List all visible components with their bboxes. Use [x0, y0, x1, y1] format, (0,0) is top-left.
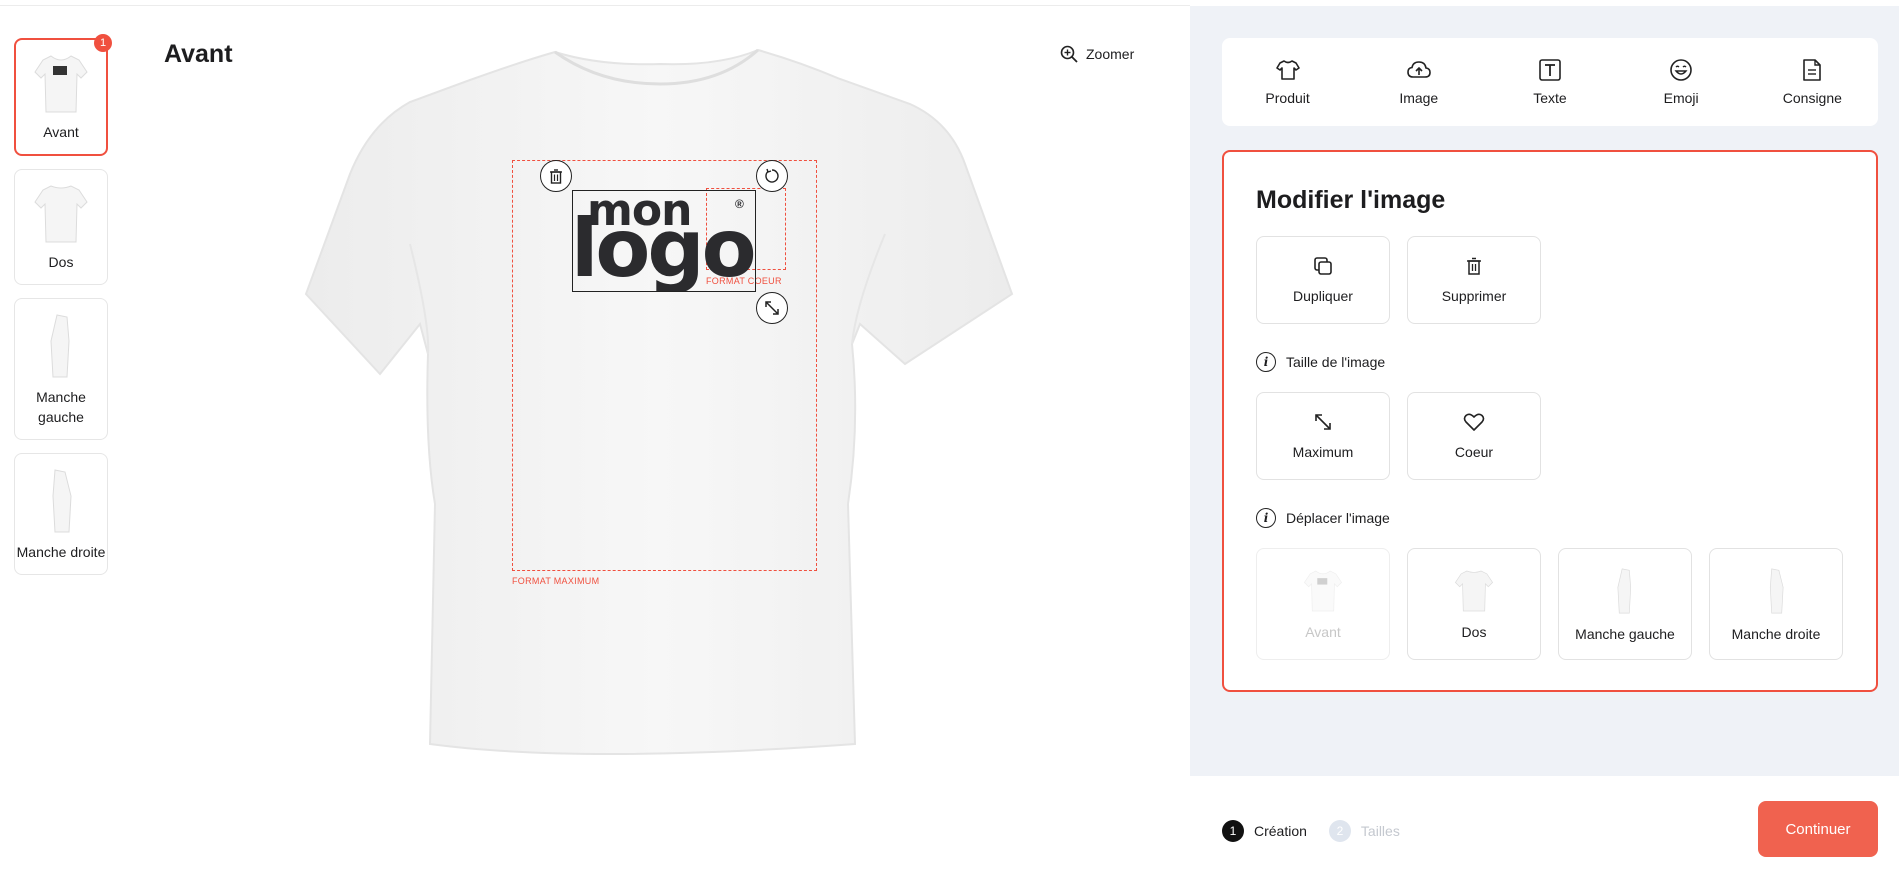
progress-steps: 1 Création 2 Tailles [1222, 820, 1400, 842]
tshirt-left-sleeve-thumbnail [50, 314, 70, 378]
tshirt-back-thumbnail [1454, 570, 1494, 612]
view-thumb-back[interactable]: Dos [14, 169, 108, 285]
tshirt-right-sleeve-thumbnail [52, 469, 72, 533]
design-count-badge: 1 [94, 34, 112, 52]
tool-label: Texte [1533, 90, 1567, 106]
resize-arrows-icon [765, 301, 779, 315]
copy-icon [1314, 257, 1332, 275]
rotate-icon [765, 168, 779, 183]
move-target-label: Manche gauche [1575, 626, 1675, 642]
step-number: 1 [1222, 820, 1244, 842]
view-title: Avant [164, 40, 233, 68]
zoom-in-icon [1060, 45, 1078, 63]
step-label: Tailles [1360, 823, 1400, 839]
move-to-front-button[interactable]: Avant [1256, 548, 1390, 660]
tshirt-front-thumbnail [1303, 570, 1343, 612]
step-sizes[interactable]: 2 Tailles [1328, 820, 1400, 842]
footer-bar: 1 Création 2 Tailles Continuer [1190, 776, 1899, 871]
view-thumbnails: 1 Avant Dos Manche gauche Manche droite [14, 34, 112, 588]
step-number: 2 [1328, 820, 1351, 842]
tool-image[interactable]: Image [1364, 58, 1474, 106]
tool-produit[interactable]: Produit [1233, 58, 1343, 106]
tshirt-right-sleeve-thumbnail [1769, 568, 1784, 614]
move-to-left-sleeve-button[interactable]: Manche gauche [1558, 548, 1692, 660]
view-thumb-label: Manche gauche [36, 389, 86, 425]
view-thumb-label: Avant [43, 124, 79, 140]
emoji-icon [1670, 59, 1692, 81]
step-label: Création [1254, 823, 1307, 839]
shirt-icon [1275, 60, 1300, 80]
delete-handle[interactable] [540, 160, 572, 192]
duplicate-button[interactable]: Dupliquer [1256, 236, 1390, 324]
move-to-right-sleeve-button[interactable]: Manche droite [1709, 548, 1843, 660]
view-thumb-label: Dos [48, 254, 74, 270]
view-thumb-front[interactable]: 1 Avant [14, 34, 112, 156]
resize-arrows-icon [1315, 414, 1331, 430]
move-target-label: Avant [1305, 624, 1341, 640]
trash-icon [1467, 257, 1481, 275]
editor-sidebar: Produit Image Texte Emoji Consigne Modif… [1190, 6, 1899, 776]
top-divider [0, 0, 1190, 6]
add-element-toolbar: Produit Image Texte Emoji Consigne [1222, 38, 1878, 126]
delete-label: Supprimer [1441, 288, 1507, 304]
rotate-handle[interactable] [756, 160, 788, 192]
tool-consigne[interactable]: Consigne [1757, 58, 1867, 106]
step-creation[interactable]: 1 Création [1222, 820, 1307, 842]
move-section-label: Déplacer l'image [1286, 510, 1390, 526]
delete-button[interactable]: Supprimer [1407, 236, 1541, 324]
resize-handle[interactable] [756, 292, 788, 324]
size-heart-label: Coeur [1454, 444, 1494, 460]
tool-label: Emoji [1663, 90, 1699, 106]
view-thumb-right-sleeve[interactable]: Manche droite [14, 453, 108, 575]
info-icon[interactable]: i [1256, 352, 1276, 372]
duplicate-label: Dupliquer [1293, 288, 1353, 304]
logo-text-line2: logo [572, 202, 755, 292]
image-editor-panel: Modifier l'image Dupliquer Supprimer i T… [1222, 150, 1878, 692]
zoom-button[interactable]: Zoomer [1060, 45, 1134, 63]
view-thumb-left-sleeve[interactable]: Manche gauche [14, 298, 108, 440]
move-target-label: Manche droite [1731, 626, 1821, 642]
heart-icon [1463, 413, 1485, 431]
placed-logo-image[interactable]: mon logo ® [572, 190, 756, 292]
size-section-heading: i Taille de l'image [1256, 352, 1385, 372]
print-zone-maximum-label: FORMAT MAXIMUM [512, 576, 600, 586]
tool-label: Image [1399, 90, 1439, 106]
move-section-heading: i Déplacer l'image [1256, 508, 1390, 528]
size-maximum-label: Maximum [1292, 444, 1354, 460]
tool-label: Consigne [1782, 90, 1842, 106]
trash-icon [550, 169, 562, 184]
tool-texte[interactable]: Texte [1495, 58, 1605, 106]
info-icon[interactable]: i [1256, 508, 1276, 528]
size-maximum-button[interactable]: Maximum [1256, 392, 1390, 480]
tool-label: Produit [1265, 90, 1310, 106]
zoom-label: Zoomer [1086, 46, 1135, 62]
tool-emoji[interactable]: Emoji [1626, 58, 1736, 106]
size-section-label: Taille de l'image [1286, 354, 1386, 370]
size-heart-button[interactable]: Coeur [1407, 392, 1541, 480]
text-icon [1539, 59, 1561, 81]
move-target-label: Dos [1461, 624, 1487, 640]
tshirt-left-sleeve-thumbnail [1617, 568, 1632, 614]
editor-title: Modifier l'image [1256, 186, 1446, 214]
tshirt-back-thumbnail [34, 185, 88, 243]
cloud-upload-icon [1406, 61, 1431, 78]
view-thumb-label: Manche droite [16, 544, 106, 560]
continue-button[interactable]: Continuer [1758, 801, 1878, 857]
move-to-back-button[interactable]: Dos [1407, 548, 1541, 660]
logo-registered-mark: ® [735, 197, 744, 211]
tshirt-front-thumbnail [34, 55, 88, 113]
document-icon [1803, 59, 1822, 81]
